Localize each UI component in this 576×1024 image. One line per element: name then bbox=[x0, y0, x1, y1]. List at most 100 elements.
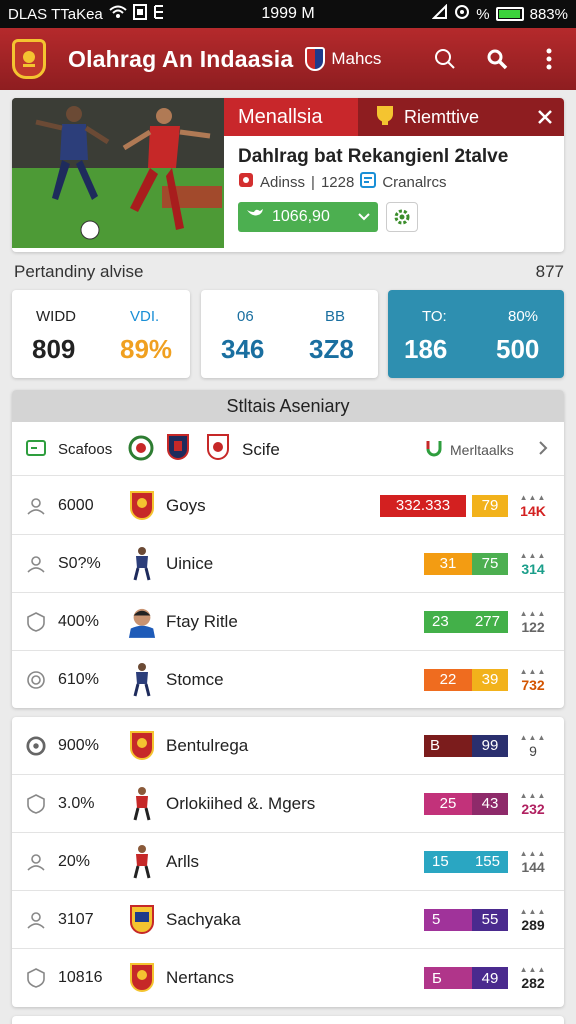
row-name: Sachyaka bbox=[166, 909, 241, 929]
search-outline-button[interactable] bbox=[430, 44, 460, 74]
row-percent: 10816 bbox=[58, 969, 103, 986]
matches-link-label[interactable]: Merltaalks bbox=[450, 442, 514, 458]
row-side-value: ▲▲▲ 282 bbox=[519, 965, 547, 991]
settings-button[interactable] bbox=[386, 202, 418, 232]
shield-icon bbox=[305, 47, 326, 71]
row-bar-combined: 23 277 bbox=[424, 610, 508, 633]
badge-icon bbox=[26, 611, 46, 632]
tab-menallsia[interactable]: Menallsia bbox=[224, 98, 358, 136]
matches-label: Mahcs bbox=[331, 49, 382, 68]
section-count: 877 bbox=[535, 262, 564, 281]
stat-card-3[interactable]: TO: 186 80% 500 bbox=[388, 290, 564, 378]
person-icon bbox=[26, 910, 46, 930]
crest-avatar-icon bbox=[128, 728, 156, 764]
follow-button[interactable]: 1066,90 bbox=[238, 202, 378, 232]
row-percent: S0?% bbox=[58, 554, 101, 572]
trophy-crest-icon bbox=[374, 103, 396, 132]
tab-riemttive-label: Riemttive bbox=[404, 106, 480, 127]
app-bar: Olahrag An Indaasia Mahcs bbox=[0, 28, 576, 90]
search-button[interactable] bbox=[482, 44, 512, 74]
table-row[interactable]: 10816 Nertancs Б 49 ▲▲▲ 282 bbox=[12, 949, 564, 1007]
more-vert-icon bbox=[546, 48, 552, 70]
badge-icon bbox=[26, 968, 46, 988]
status-bar: DLAS TTaKea 1999 M % 883% bbox=[0, 0, 576, 28]
headline[interactable]: Dahlrag bat Rekangienl 2talve bbox=[238, 146, 508, 168]
headline-meta: Adinss | 1228 Cranalrcs bbox=[238, 172, 447, 192]
row-side-text: 289 bbox=[521, 916, 545, 933]
row-side-value: ▲▲▲ 289 bbox=[519, 906, 547, 933]
row-bar-b: 75 bbox=[472, 552, 508, 575]
bird-icon bbox=[246, 207, 264, 228]
close-icon[interactable] bbox=[526, 108, 564, 126]
table-row[interactable]: 900% Bentulrega B 99 ▲▲▲ 9 bbox=[12, 717, 564, 775]
stat-label-a: TO: bbox=[422, 308, 447, 325]
circle-badge-icon bbox=[26, 670, 46, 690]
stat-value-b: 89% bbox=[120, 334, 173, 364]
row-bar-a: 5 bbox=[424, 908, 472, 931]
row-name: Nertancs bbox=[166, 968, 235, 987]
stat-value-a: 346 bbox=[221, 334, 265, 364]
row-bar-a: B bbox=[424, 734, 472, 757]
row-side-text: 14K bbox=[520, 502, 546, 519]
chevron-right-icon[interactable] bbox=[538, 440, 548, 461]
matches-badge[interactable]: Mahcs bbox=[305, 47, 381, 71]
row-side-value: ▲▲▲ 9 bbox=[519, 732, 547, 759]
table-row[interactable]: 3107 Sachyaka 5 55 ▲▲▲ 289 bbox=[12, 891, 564, 949]
row-side-text: 732 bbox=[521, 676, 545, 693]
player-avatar-icon bbox=[128, 662, 156, 698]
row-bar-b: 39 bbox=[472, 668, 508, 691]
row-bar-a: 332.333 bbox=[380, 494, 466, 517]
table-row[interactable]: 610% Stomce 22 39 ▲▲▲ 732 bbox=[12, 651, 564, 708]
row-bar-a: 15 bbox=[432, 853, 449, 870]
stat-value-b: 3Z8 bbox=[309, 334, 354, 364]
player-red-icon bbox=[128, 844, 156, 880]
table-row[interactable]: 6000 Goys 332.333 79 ▲▲▲ 14K bbox=[12, 477, 564, 535]
match-photo bbox=[12, 98, 224, 248]
row-bar-a: 22 bbox=[424, 668, 472, 691]
table-row[interactable]: 400% Ftay Ritle 23 277 ▲▲▲ 122 bbox=[12, 593, 564, 651]
row-side-text: 314 bbox=[521, 560, 545, 577]
tab-riemttive[interactable]: Riemttive bbox=[358, 98, 564, 136]
section-title: Pertandiny alvise bbox=[14, 262, 144, 281]
row-side-text: 9 bbox=[529, 742, 537, 759]
search-outline-icon bbox=[435, 49, 455, 69]
app-logo-crest-icon bbox=[12, 39, 46, 79]
more-options-button[interactable] bbox=[534, 44, 564, 74]
category-icon bbox=[360, 172, 377, 192]
location-icon bbox=[454, 4, 470, 24]
flag-crest-icon bbox=[128, 902, 156, 938]
crest-avatar-icon bbox=[128, 488, 156, 524]
row-bar-b: 55 bbox=[472, 908, 508, 931]
row-bar-a: 31 bbox=[424, 552, 472, 575]
stat-card-1[interactable]: WIDD 809 VDI. 89% bbox=[12, 290, 190, 378]
ball-crest-icon bbox=[128, 435, 154, 466]
row-percent: 3107 bbox=[58, 910, 94, 928]
battery-level: 883% bbox=[529, 5, 568, 23]
table-header-row[interactable]: Scafoos Scife Merltaalks bbox=[12, 422, 564, 476]
stat-card-2[interactable]: 06 346 BB 3Z8 bbox=[201, 290, 378, 378]
score-label: Scife bbox=[242, 440, 280, 459]
crest-avatar-icon bbox=[128, 960, 156, 996]
next-card-peek bbox=[12, 1016, 564, 1024]
table-row[interactable]: 3.0% Orlokiihed &. Mgers 25 43 ▲▲▲ 232 bbox=[12, 775, 564, 833]
row-name: Arlls bbox=[166, 851, 200, 871]
tablet-icon bbox=[132, 4, 147, 24]
scores-label: Scafoos bbox=[58, 441, 113, 458]
table-row[interactable]: 20% Arlls 15 155 ▲▲▲ 144 bbox=[12, 833, 564, 891]
row-name: Bentulrega bbox=[166, 735, 249, 755]
row-side-value: ▲▲▲ 14K bbox=[519, 492, 547, 519]
row-percent: 400% bbox=[58, 612, 99, 630]
row-side-text: 232 bbox=[521, 800, 545, 817]
table-row[interactable]: S0?% Uinice 31 75 ▲▲▲ 314 bbox=[12, 535, 564, 593]
category-label: Cranalrcs bbox=[382, 173, 447, 191]
stat-value-a: 809 bbox=[32, 334, 76, 364]
person-icon bbox=[26, 554, 46, 574]
row-bar-combined: 15 155 bbox=[424, 850, 508, 873]
person-icon bbox=[26, 852, 46, 872]
row-side-value: ▲▲▲ 314 bbox=[519, 550, 547, 577]
featured-match-card[interactable]: Menallsia Riemttive Dahlrag bat Rekangie… bbox=[12, 98, 564, 252]
row-bar-a: Б bbox=[424, 967, 472, 989]
row-bar-b: 155 bbox=[474, 853, 500, 870]
row-bar-a: 25 bbox=[424, 792, 472, 815]
stat-label-b: VDI. bbox=[130, 308, 160, 325]
